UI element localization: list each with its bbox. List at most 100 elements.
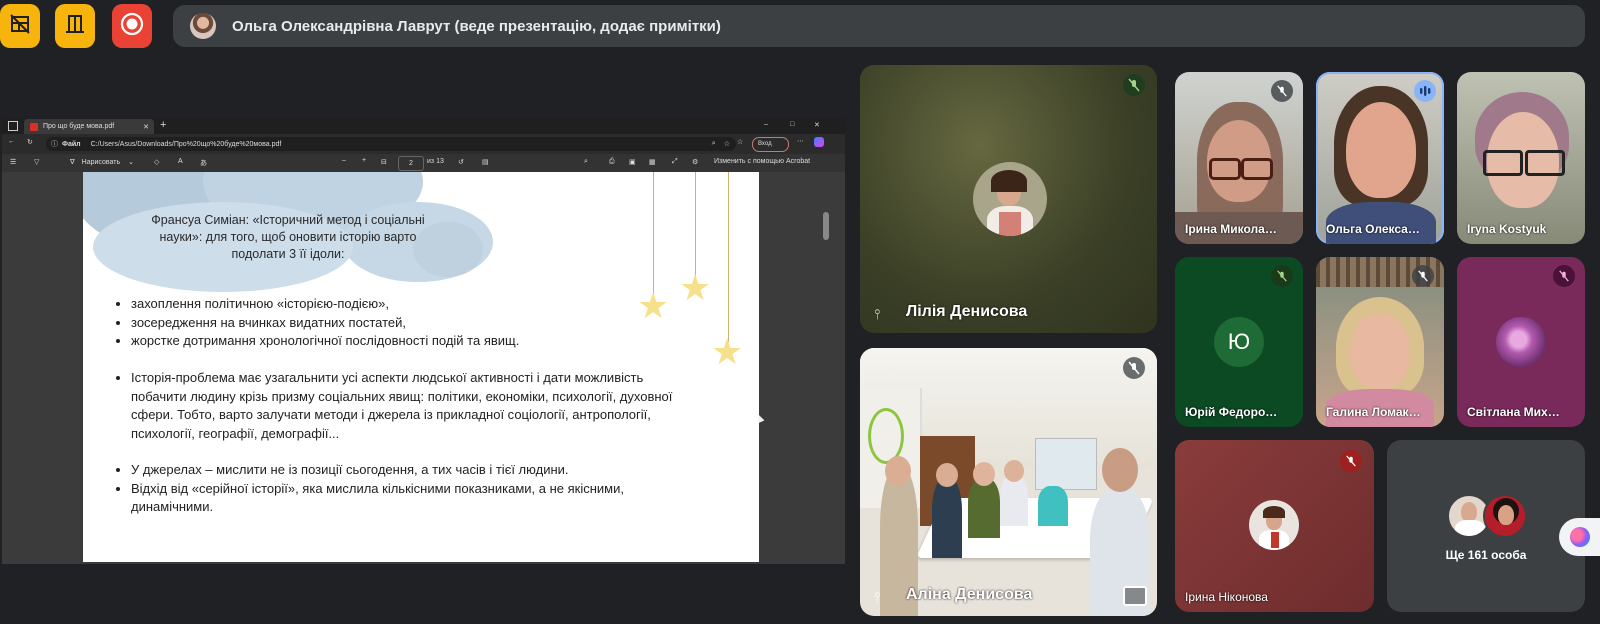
participant-tile-olga[interactable]: Ольга Олекса… <box>1316 72 1444 244</box>
participant-name: Юрій Федоро… <box>1185 405 1278 419</box>
avatar: Ю <box>1214 317 1264 367</box>
mic-off-icon <box>1340 450 1362 472</box>
list-item: жорстке дотримання хронологічної послідо… <box>131 332 673 351</box>
info-icon: ⓘ <box>51 141 58 148</box>
chevron-down-icon: ⌄ <box>128 159 134 166</box>
slide-page: Франсуа Симіан: «Історичний метод і соці… <box>83 172 759 562</box>
layout-off-button[interactable] <box>0 4 40 48</box>
zoom-icon[interactable]: ⌕ <box>712 140 716 148</box>
page-view-icon[interactable]: ▤ <box>482 158 489 166</box>
list-item: захоплення політичною «історією-подією», <box>131 295 673 314</box>
avatar <box>1496 317 1546 367</box>
record-button[interactable] <box>112 4 152 48</box>
contents-icon[interactable]: ☰ <box>10 158 16 166</box>
new-tab-button[interactable]: + <box>160 119 166 131</box>
mic-off-icon <box>1123 74 1145 96</box>
more-participants-tile[interactable]: Ще 161 особа <box>1387 440 1585 612</box>
participant-name: Аліна Денисова <box>906 586 1033 603</box>
pin-icon[interactable]: ⫯ <box>874 306 880 323</box>
participant-name: Iryna Kostyuk <box>1467 222 1547 236</box>
back-icon[interactable]: ← <box>8 138 15 145</box>
presenter-banner-text: Ольга Олександрівна Лаврут (веде презент… <box>232 17 721 35</box>
participant-tile-iryna-k[interactable]: Iryna Kostyuk <box>1457 72 1585 244</box>
participant-name: Лілія Денисова <box>906 303 1028 320</box>
leave-button[interactable] <box>55 4 95 48</box>
fit-page-icon[interactable]: ⊟ <box>381 158 387 166</box>
favorite-star-icon[interactable]: ☆ <box>724 140 730 148</box>
page-number-input[interactable]: 2 <box>398 156 424 171</box>
bullet-list-1: захоплення політичною «історією-подією»,… <box>113 295 673 351</box>
brain-icon <box>1570 527 1590 547</box>
zoom-out-button[interactable]: – <box>342 157 346 164</box>
draw-icon: ∇ <box>70 159 75 166</box>
avatar <box>1483 494 1527 538</box>
window-close-button[interactable]: ✕ <box>814 121 820 129</box>
draw-label: Нарисовать <box>81 159 121 166</box>
participant-tile-iryna-n[interactable]: Ірина Ніконова <box>1175 440 1374 612</box>
settings-icon[interactable]: ⚙ <box>692 158 698 166</box>
avatar <box>973 162 1047 236</box>
zoom-in-button[interactable]: + <box>362 157 366 164</box>
login-button[interactable]: Вход <box>752 137 789 152</box>
page-total: из 13 <box>427 158 444 165</box>
browser-tab[interactable]: Про що буде мова.pdf ✕ <box>24 119 154 134</box>
read-aloud-icon[interactable]: A <box>178 158 183 165</box>
tab-close-icon[interactable]: ✕ <box>143 123 149 131</box>
maximize-button[interactable]: □ <box>790 121 794 128</box>
favorites-icon[interactable]: ☆ <box>737 138 743 146</box>
scrollbar-thumb[interactable] <box>823 212 829 240</box>
file-label: Файл <box>62 140 81 148</box>
bullet-list-2: Історія-проблема має узагальнити усі асп… <box>113 369 673 443</box>
tab-list-icon[interactable] <box>8 121 18 131</box>
more-menu-icon[interactable]: ⋯ <box>797 137 804 145</box>
eraser-icon[interactable]: ◇ <box>154 158 159 166</box>
pdf-file-icon <box>30 122 38 131</box>
url-text: C:/Users/Asus/Downloads/Про%20що%20буде%… <box>90 140 282 148</box>
layout-off-icon <box>9 13 31 40</box>
more-participants-count: Ще 161 особа <box>1445 548 1527 562</box>
picture-in-picture-icon[interactable] <box>1123 586 1147 606</box>
pdf-toolbar: ☰ ▽ ∇ Нарисовать ⌄ ◇ A あ – + ⊟ 2 из 13 ↺… <box>2 154 845 173</box>
pdf-viewer[interactable]: Франсуа Симіан: «Історичний метод і соці… <box>2 172 845 564</box>
avatar <box>190 13 216 39</box>
address-bar: ← ↻ ⓘ Файл C:/Users/Asus/Downloads/Про%2… <box>2 134 845 154</box>
copilot-icon[interactable] <box>814 137 824 147</box>
print-icon[interactable]: ⎙ <box>609 158 615 166</box>
minimize-button[interactable]: – <box>764 121 768 128</box>
pin-icon[interactable]: ⫯ <box>874 589 880 606</box>
draw-button[interactable]: ∇ Нарисовать ⌄ <box>70 158 134 166</box>
star-decoration: ★ <box>679 267 712 308</box>
mic-off-icon <box>1271 265 1293 287</box>
list-item: У джерелах – мислити не із позиції сього… <box>131 461 673 480</box>
rotate-icon[interactable]: ↺ <box>458 158 464 166</box>
gemini-notes-button[interactable] <box>1559 518 1600 556</box>
participant-tile-yurii[interactable]: Ю Юрій Федоро… <box>1175 257 1303 427</box>
participant-tile-halyna[interactable]: Галина Ломак… <box>1316 257 1444 427</box>
participant-tile-svitlana[interactable]: Світлана Мих… <box>1457 257 1585 427</box>
record-icon <box>120 12 144 41</box>
search-icon[interactable]: ⌕ <box>584 158 588 166</box>
star-decoration: ★ <box>637 285 670 326</box>
refresh-icon[interactable]: ↻ <box>27 138 33 146</box>
participant-name: Галина Ломак… <box>1326 405 1421 419</box>
star-decoration: ★ <box>711 331 744 372</box>
save-icon[interactable]: ▣ <box>629 158 636 166</box>
participant-tile-iryna-m[interactable]: Ірина Микола… <box>1175 72 1303 244</box>
fullscreen-icon[interactable]: ⤢ <box>672 158 678 166</box>
filter-icon[interactable]: ▽ <box>34 158 39 166</box>
speaking-indicator-icon <box>1414 80 1436 102</box>
save-as-icon[interactable]: ▦ <box>649 158 656 166</box>
participant-tile-alina[interactable]: ⫯ Аліна Денисова <box>860 348 1157 616</box>
mic-off-icon <box>1271 80 1293 102</box>
presenter-banner: Ольга Олександрівна Лаврут (веде презент… <box>173 5 1585 47</box>
scrollbar[interactable] <box>822 172 830 562</box>
url-field[interactable]: ⓘ Файл C:/Users/Asus/Downloads/Про%20що%… <box>46 137 736 151</box>
participant-name: Ірина Ніконова <box>1185 590 1268 604</box>
login-label: Вход <box>758 141 772 147</box>
door-exit-icon <box>64 13 86 40</box>
list-item: Історія-проблема має узагальнити усі асп… <box>131 369 673 443</box>
translate-icon[interactable]: あ <box>200 158 207 168</box>
acrobat-button[interactable]: Изменить с помощью Acrobat <box>714 158 810 165</box>
participant-tile-lilia[interactable]: ⫯ Лілія Денисова <box>860 65 1157 333</box>
mic-off-icon <box>1412 265 1434 287</box>
